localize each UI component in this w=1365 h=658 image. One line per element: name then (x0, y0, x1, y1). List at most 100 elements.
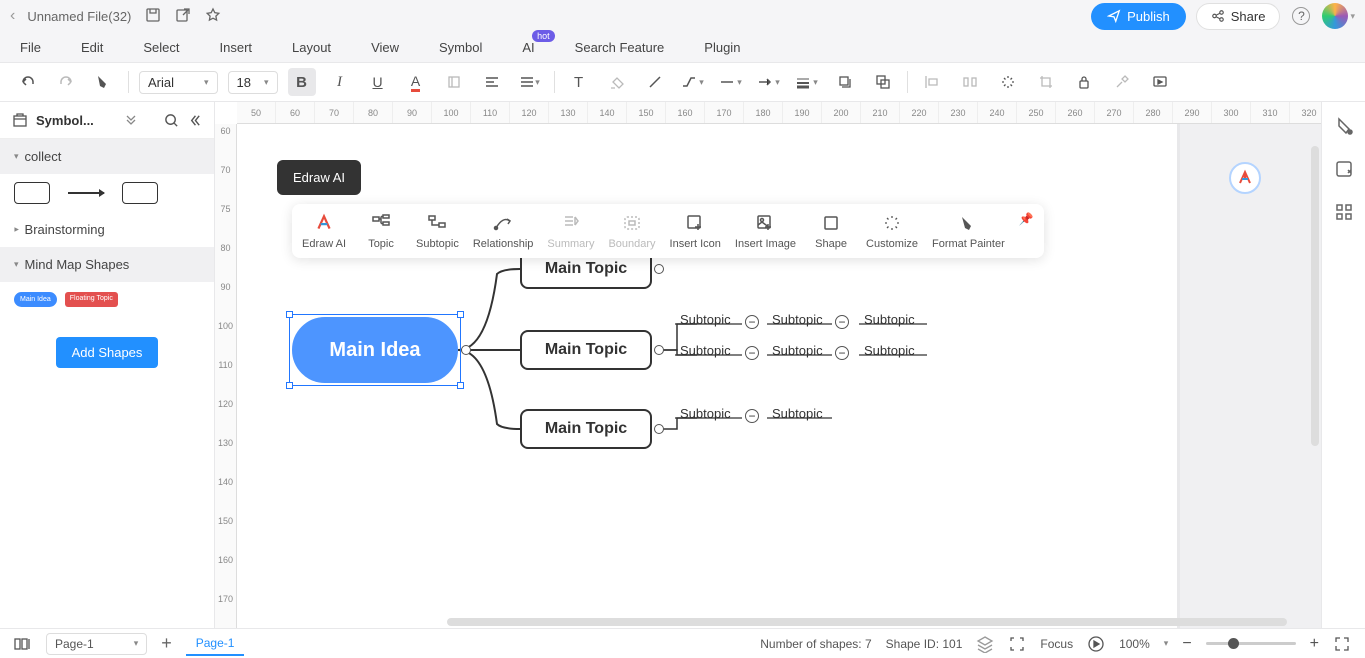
node-port-topic-1[interactable] (654, 264, 664, 274)
line-color-icon[interactable] (641, 68, 669, 96)
resize-handle-tl[interactable] (286, 311, 293, 318)
zoom-dropdown-icon[interactable]: ▾ (1164, 638, 1169, 649)
float-format-painter[interactable]: Format Painter (932, 212, 1005, 250)
underline-icon[interactable]: U (364, 68, 392, 96)
avatar-dropdown-icon[interactable]: ▾ (1350, 11, 1355, 22)
menu-file[interactable]: File (20, 40, 41, 55)
subtopic-2-1[interactable]: Subtopic (680, 312, 731, 327)
tools-icon[interactable] (1108, 68, 1136, 96)
node-main-topic-2[interactable]: Main Topic (520, 330, 652, 370)
float-edraw-ai[interactable]: Edraw AI (302, 212, 346, 250)
shape-arrow[interactable] (68, 192, 104, 194)
collapse-icon[interactable]: − (835, 315, 849, 329)
canvas[interactable]: Edraw AI Edraw AI Topic Subtopic Relatio… (237, 124, 1321, 628)
zoom-slider[interactable] (1206, 642, 1296, 645)
shape-rectangle-2[interactable] (122, 182, 158, 204)
menu-search-feature[interactable]: Search Feature (575, 40, 665, 55)
menu-insert[interactable]: Insert (220, 40, 253, 55)
float-topic[interactable]: Topic (360, 212, 402, 250)
ai-badge-icon[interactable] (1229, 162, 1261, 194)
save-icon[interactable] (145, 7, 161, 26)
filename[interactable]: Unnamed File(32) (27, 9, 131, 24)
node-port-main-idea[interactable] (461, 345, 471, 355)
align-objects-icon[interactable] (918, 68, 946, 96)
collapse-icon[interactable]: − (745, 315, 759, 329)
star-icon[interactable] (205, 7, 221, 26)
format-painter-icon[interactable] (90, 68, 118, 96)
node-main-idea[interactable]: Main Idea (292, 317, 458, 383)
align-left-icon[interactable] (478, 68, 506, 96)
font-size-select[interactable]: 18▾ (228, 71, 278, 94)
collapse-sidebar-icon[interactable] (187, 113, 202, 128)
menu-symbol[interactable]: Symbol (439, 40, 482, 55)
pin-icon[interactable]: 📌 (1019, 212, 1034, 226)
sidebar-group-collect[interactable]: ▾collect (0, 139, 214, 174)
undo-icon[interactable] (14, 68, 42, 96)
subtopic-2-3[interactable]: Subtopic (864, 312, 915, 327)
redo-icon[interactable] (52, 68, 80, 96)
arrow-start-icon[interactable]: ▾ (755, 68, 783, 96)
float-insert-image[interactable]: Insert Image (735, 212, 796, 250)
float-shape[interactable]: Shape (810, 212, 852, 250)
subtopic-2b-2[interactable]: Subtopic (772, 343, 823, 358)
focus-icon[interactable] (1008, 635, 1026, 653)
collapse-icon[interactable]: − (745, 409, 759, 423)
float-relationship[interactable]: Relationship (473, 212, 534, 250)
text-tool-icon[interactable]: T (565, 68, 593, 96)
subtopic-3-2[interactable]: Subtopic (772, 406, 823, 421)
shadow-icon[interactable] (831, 68, 859, 96)
menu-plugin[interactable]: Plugin (704, 40, 740, 55)
help-icon[interactable]: ? (1292, 7, 1310, 25)
grid-panel-icon[interactable] (1334, 202, 1354, 225)
layers-icon[interactable] (869, 68, 897, 96)
library-icon[interactable] (12, 112, 28, 128)
resize-handle-bl[interactable] (286, 382, 293, 389)
share-button[interactable]: Share (1196, 3, 1281, 30)
page-tab-1[interactable]: Page-1 (186, 632, 245, 656)
back-icon[interactable]: ‹ (10, 7, 15, 25)
italic-icon[interactable]: I (326, 68, 354, 96)
shape-floating-topic[interactable]: Floating Topic (65, 292, 118, 307)
play-icon[interactable] (1087, 635, 1105, 653)
avatar[interactable] (1322, 3, 1348, 29)
bold-icon[interactable]: B (288, 68, 316, 96)
menu-layout[interactable]: Layout (292, 40, 331, 55)
pages-panel-icon[interactable] (14, 637, 32, 651)
align-vertical-icon[interactable]: ▾ (516, 68, 544, 96)
ai-panel-icon[interactable] (1334, 159, 1354, 182)
connector-icon[interactable]: ▾ (679, 68, 707, 96)
expand-icon[interactable] (124, 113, 138, 127)
add-shapes-button[interactable]: Add Shapes (56, 337, 159, 368)
effects-icon[interactable] (994, 68, 1022, 96)
node-port-topic-2[interactable] (654, 345, 664, 355)
zoom-value[interactable]: 100% (1119, 637, 1150, 651)
vertical-scrollbar[interactable] (1311, 146, 1319, 446)
publish-button[interactable]: Publish (1091, 3, 1186, 30)
resize-handle-br[interactable] (457, 382, 464, 389)
zoom-out-icon[interactable]: − (1182, 635, 1191, 653)
horizontal-scrollbar[interactable] (447, 618, 1287, 626)
sidebar-group-mindmap[interactable]: ▾Mind Map Shapes (0, 247, 214, 282)
float-insert-icon[interactable]: Insert Icon (670, 212, 721, 250)
float-subtopic[interactable]: Subtopic (416, 212, 459, 250)
zoom-in-icon[interactable]: + (1310, 635, 1319, 653)
fill-color-icon[interactable] (603, 68, 631, 96)
highlight-icon[interactable] (440, 68, 468, 96)
line-weight-icon[interactable]: ▾ (793, 68, 821, 96)
sidebar-group-brainstorming[interactable]: ▾Brainstorming (0, 212, 214, 247)
collapse-icon[interactable]: − (745, 346, 759, 360)
add-page-icon[interactable]: + (161, 633, 172, 654)
layers-status-icon[interactable] (976, 635, 994, 653)
subtopic-2b-3[interactable]: Subtopic (864, 343, 915, 358)
presentation-icon[interactable] (1146, 68, 1174, 96)
float-customize[interactable]: Customize (866, 212, 918, 250)
crop-icon[interactable] (1032, 68, 1060, 96)
canvas-area[interactable]: 5060708090100110120130140150160170180190… (215, 102, 1321, 628)
node-port-topic-3[interactable] (654, 424, 664, 434)
font-color-icon[interactable]: A (402, 68, 430, 96)
menu-ai[interactable]: AIhot (522, 40, 534, 55)
distribute-icon[interactable] (956, 68, 984, 96)
focus-label[interactable]: Focus (1040, 637, 1073, 651)
node-main-topic-3[interactable]: Main Topic (520, 409, 652, 449)
subtopic-2-2[interactable]: Subtopic (772, 312, 823, 327)
